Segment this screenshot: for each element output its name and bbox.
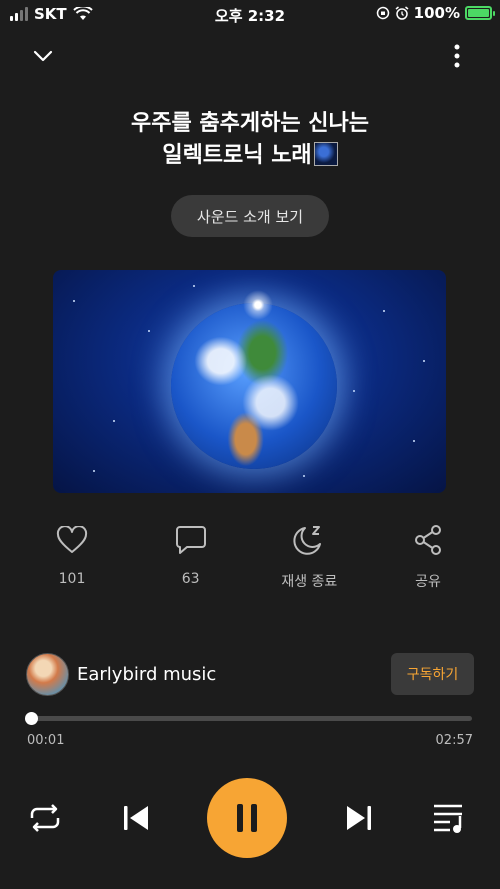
comment-icon: [175, 526, 206, 554]
repeat-button[interactable]: [25, 798, 65, 838]
moon-icon: [293, 526, 322, 555]
share-button[interactable]: 공유: [372, 520, 484, 591]
sleep-timer-label: 재생 종료: [281, 574, 338, 590]
like-button[interactable]: 101: [16, 520, 128, 591]
playlist-queue-button[interactable]: [430, 798, 470, 838]
share-icon: [414, 525, 441, 555]
skip-next-icon: [347, 806, 371, 830]
rotation-lock-icon: [376, 6, 389, 20]
more-options-button[interactable]: [441, 40, 473, 72]
album-artwork: [53, 270, 446, 493]
earth-image: [171, 303, 337, 469]
share-label: 공유: [415, 574, 441, 590]
chevron-down-icon: [33, 50, 53, 62]
progress-thumb[interactable]: [24, 712, 38, 725]
sound-intro-button[interactable]: 사운드 소개 보기: [171, 195, 329, 237]
pause-button[interactable]: [207, 778, 287, 858]
alarm-icon: [395, 6, 409, 20]
total-time: 02:57: [435, 733, 473, 748]
sleep-timer-button[interactable]: 재생 종료: [253, 520, 365, 591]
like-count: 101: [58, 571, 86, 587]
repeat-icon: [30, 804, 60, 832]
subscribe-button[interactable]: 구독하기: [391, 653, 474, 695]
playback-progress-bar[interactable]: [24, 712, 472, 725]
pause-icon: [237, 804, 257, 832]
channel-row: Earlybird music 구독하기: [26, 652, 474, 696]
playlist-icon: [434, 804, 462, 833]
galaxy-emoji-icon: [313, 142, 338, 166]
previous-track-button[interactable]: [116, 798, 156, 838]
heart-icon: [56, 526, 88, 553]
channel-avatar[interactable]: [26, 652, 69, 696]
track-title-line-2: 일렉트로닉 노래: [162, 143, 312, 168]
status-bar: SKT 오후 2:32 100%: [0, 0, 500, 28]
channel-name[interactable]: Earlybird music: [77, 664, 391, 685]
collapse-button[interactable]: [27, 40, 59, 72]
action-row: 101 63 재생 종료 공유: [16, 520, 484, 591]
battery-icon: [465, 6, 495, 20]
current-time: 00:01: [27, 733, 65, 748]
battery-percent: 100%: [413, 4, 460, 22]
track-title-line-1: 우주를 춤추게하는 신나는: [131, 111, 369, 136]
more-vertical-icon: [454, 44, 460, 68]
track-title: 우주를 춤추게하는 신나는 일렉트로닉 노래: [40, 108, 460, 172]
comment-button[interactable]: 63: [135, 520, 247, 591]
light-flare: [243, 290, 273, 320]
player-controls: [0, 778, 500, 858]
skip-previous-icon: [124, 806, 148, 830]
next-track-button[interactable]: [339, 798, 379, 838]
comment-count: 63: [181, 571, 200, 587]
